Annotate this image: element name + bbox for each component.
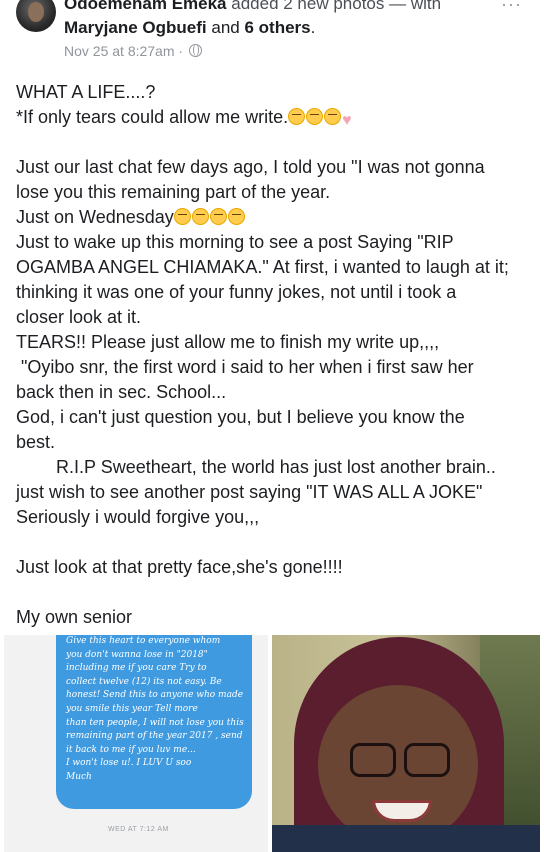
post-header-line2: Maryjane Ogbuefi and 6 others. [64,18,315,38]
glasses-left [350,743,396,777]
chat-screenshot-photo[interactable]: Give this heart to everyone whom you don… [4,635,268,852]
period-text: . [310,18,316,37]
post-line: Just to wake up this morning to see a po… [16,232,454,252]
post-header-line1: Odoemenam Emeka added 2 new photos — wit… [64,0,441,14]
chat-line: I won't lose u!. I LUV U soo [66,758,192,769]
post-line: My own senior [16,607,133,627]
chat-line: remaining part of the year 2017 , send [66,731,243,742]
others-link[interactable]: 6 others [244,18,310,37]
post-line: Just look at that pretty face,she's gone… [16,557,343,577]
crying-emoji-icon [306,108,324,125]
post-line: *If only tears could allow me write. ♥ [16,105,540,130]
chat-line: honest! Send this to anyone who made [66,690,244,701]
post-line: Just on Wednesday [16,205,540,230]
portrait-photo[interactable] [272,635,540,852]
post-line: back then in sec. School... [16,382,227,402]
crying-emoji-icon [173,208,191,225]
clothing-shape [272,825,540,852]
and-text: and [211,18,240,37]
globe-icon [188,44,202,57]
post-line: best. [16,432,56,452]
chat-line: Much [66,771,92,782]
post-line: just wish to see another post saying "IT… [16,482,483,502]
glasses-right [404,743,450,777]
post-line: OGAMBA ANGEL CHIAMAKA." At first, i want… [16,257,509,277]
post-line: closer look at it. [16,307,142,327]
chat-line: including me if you care Try to [66,663,207,674]
post-line: lose you this remaining part of the year… [16,182,331,202]
photo-grid: Give this heart to everyone whom you don… [0,635,544,852]
broken-heart-icon: ♥ [342,112,352,129]
chat-line: you smile this year Tell more [66,703,198,714]
author-name[interactable]: Odoemenam Emeka [64,0,227,13]
crying-emoji-icon [191,208,209,225]
post-line: TEARS!! Please just allow me to finish m… [16,332,440,352]
post-line: Seriously i would forgive you,,, [16,507,260,527]
post-line: R.I.P Sweetheart, the world has just los… [16,457,496,477]
tagged-person-link[interactable]: Maryjane Ogbuefi [64,18,207,37]
post-action-text: added 2 new photos — with [231,0,442,13]
post-line: God, i can't just question you, but I be… [16,407,465,427]
author-avatar[interactable] [16,0,56,32]
chat-line: collect twelve (12) its not easy. Be [66,676,222,687]
post-line: thinking it was one of your funny jokes,… [16,282,457,302]
chat-line: you don't wanna lose in "2018" [66,649,208,660]
crying-emoji-icon [227,208,245,225]
post-line: "Oyibo snr, the first word i said to her… [16,357,474,377]
crying-emoji-icon [324,108,342,125]
post-text: WHAT A LIFE....? *If only tears could al… [16,80,540,630]
chat-timestamp: WED AT 7:12 AM [108,826,169,833]
crying-emoji-icon [209,208,227,225]
post-line: Just our last chat few days ago, I told … [16,157,485,177]
post-line: WHAT A LIFE....? [16,82,156,102]
chat-bubble: Give this heart to everyone whom you don… [56,635,252,809]
post-meta: Nov 25 at 8:27am · [64,43,202,59]
chat-line: than ten people, I will not lose you thi… [66,717,244,728]
meta-separator: · [178,43,184,59]
more-options-icon[interactable]: ··· [501,0,522,15]
post-header: Odoemenam Emeka added 2 new photos — wit… [0,0,544,70]
chat-line: Give this heart to everyone whom [66,636,221,646]
crying-emoji-icon [288,108,306,125]
timestamp[interactable]: Nov 25 at 8:27am [64,43,175,59]
chat-line: it back to me if you luv me... [66,744,196,755]
